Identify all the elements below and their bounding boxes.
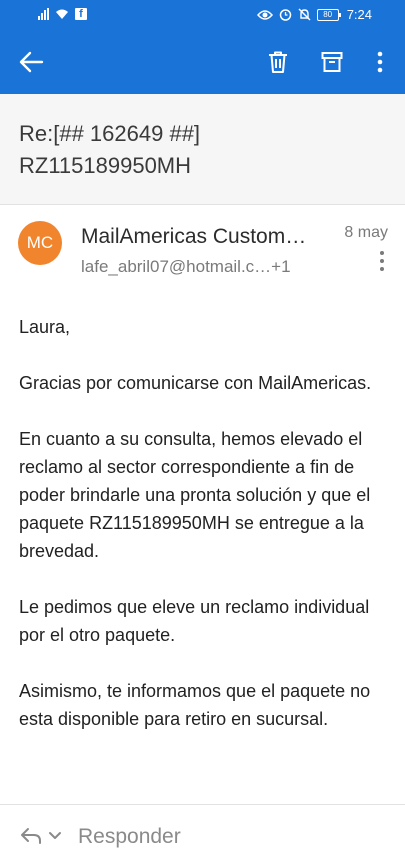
app-header: f 80 7:24	[0, 0, 405, 94]
email-subject: Re:[## 162649 ##] RZ115189950MH	[19, 118, 379, 182]
delete-icon[interactable]	[266, 50, 290, 74]
status-left: f	[38, 8, 87, 20]
message-more-icon[interactable]	[375, 250, 389, 272]
signal-icon	[38, 8, 49, 20]
body-paragraph: Asimismo, te informamos que el paquete n…	[19, 681, 371, 729]
notifications-off-icon	[298, 8, 311, 21]
subject-line-1: Re:[## 162649 ##]	[19, 121, 201, 146]
reply-button[interactable]: Responder	[78, 825, 181, 849]
sender-name[interactable]: MailAmericas Custom…	[81, 225, 331, 249]
reply-bar[interactable]: Responder	[0, 804, 405, 868]
clock: 7:24	[346, 7, 372, 22]
chevron-down-icon[interactable]	[48, 831, 62, 841]
reply-icon[interactable]	[20, 827, 42, 845]
back-arrow-icon[interactable]	[18, 50, 44, 74]
body-paragraph: En cuanto a su consulta, hemos elevado e…	[19, 429, 371, 561]
sender-avatar[interactable]: MC	[18, 221, 62, 265]
status-bar: f 80 7:24	[0, 0, 405, 30]
body-paragraph: Le pedimos que eleve un reclamo individu…	[19, 597, 370, 645]
status-right: 80 7:24	[256, 7, 372, 22]
eye-icon	[256, 9, 273, 20]
alarm-icon	[279, 9, 291, 21]
wifi-icon	[56, 9, 68, 19]
message-date: 8 may	[344, 224, 388, 241]
message-body: Laura, Gracias por comunicarse con MailA…	[19, 313, 394, 761]
subject-line-2: RZ115189950MH	[19, 153, 192, 178]
facebook-icon: f	[75, 8, 87, 20]
recipient-summary[interactable]: lafe_abril07@hotmail.c…+1	[81, 257, 331, 277]
battery-icon: 80	[316, 8, 341, 21]
subject-header: Re:[## 162649 ##] RZ115189950MH	[0, 94, 405, 205]
body-paragraph: Gracias por comunicarse con MailAmericas…	[19, 373, 372, 393]
more-vertical-icon[interactable]	[368, 50, 392, 74]
body-paragraph: Laura,	[19, 317, 71, 337]
archive-icon[interactable]	[320, 50, 344, 74]
